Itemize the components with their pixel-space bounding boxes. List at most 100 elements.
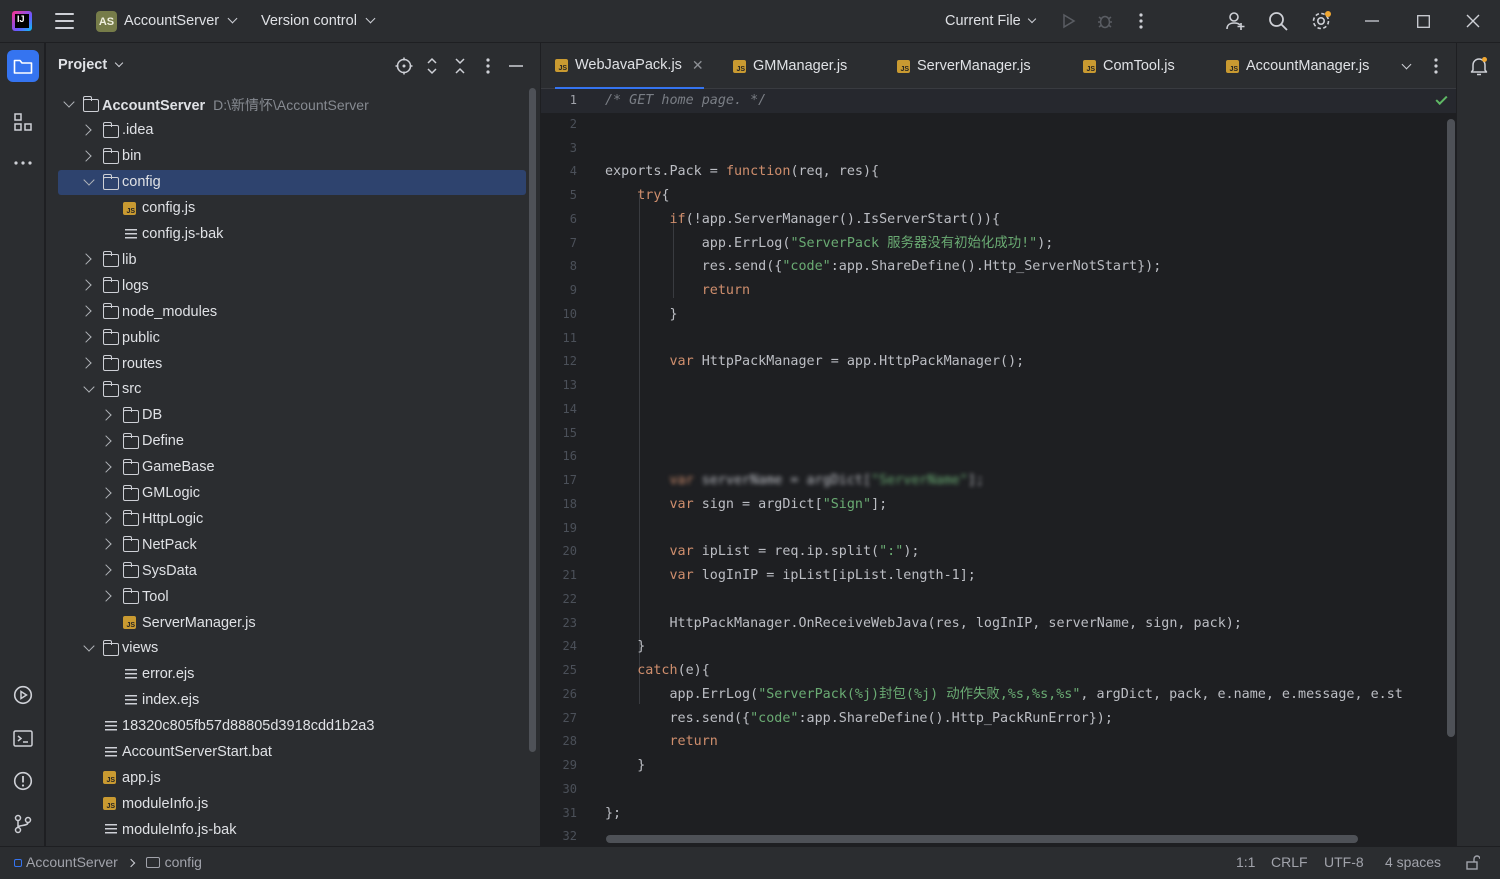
tree-item[interactable]: AccountServer D:\新情怀\AccountServer — [58, 92, 526, 117]
tree-item[interactable]: node_modules — [58, 299, 526, 324]
problems-tool-button[interactable] — [7, 765, 39, 797]
project-panel-title[interactable]: Project — [58, 57, 124, 73]
tree-item[interactable]: lib — [58, 247, 526, 272]
project-tool-button[interactable] — [7, 50, 39, 82]
file-encoding[interactable]: UTF-8 — [1324, 854, 1364, 870]
ide-logo-icon[interactable]: IJ — [12, 11, 32, 31]
code-line[interactable]: HttpPackManager.OnReceiveWebJava(res, lo… — [605, 612, 1241, 636]
tree-item[interactable]: src — [58, 377, 526, 402]
tab-servermanager[interactable]: JS ServerManager.js — [897, 43, 1031, 89]
chevron-right-icon[interactable] — [100, 512, 112, 525]
tab-gmmanager[interactable]: JS GMManager.js — [733, 43, 847, 89]
tab-list-dropdown[interactable] — [1401, 43, 1412, 89]
editor-vertical-scrollbar[interactable] — [1447, 119, 1455, 737]
tree-item[interactable]: views — [58, 636, 526, 661]
code-line[interactable]: }; — [605, 802, 621, 826]
tree-item[interactable]: JS ServerManager.js — [58, 610, 526, 635]
code-line[interactable]: exports.Pack = function(req, res){ — [605, 160, 879, 184]
tree-item[interactable]: logs — [58, 273, 526, 298]
code-line[interactable]: var HttpPackManager = app.HttpPackManage… — [605, 350, 1025, 374]
tree-item[interactable]: NetPack — [58, 532, 526, 557]
run-config-selector[interactable]: Current File — [945, 13, 1037, 29]
chevron-right-icon[interactable] — [100, 435, 112, 447]
code-line[interactable]: } — [605, 635, 645, 659]
code-line[interactable]: app.ErrLog("ServerPack(%j)封包(%j) 动作失败,%s… — [605, 683, 1402, 707]
code-line[interactable]: } — [605, 754, 645, 778]
tree-item[interactable]: moduleInfo.js-bak — [58, 817, 526, 842]
code-line[interactable]: try{ — [605, 184, 669, 208]
tree-item[interactable]: 18320c805fb57d88805d3918cdd1b2a3 — [58, 714, 526, 739]
terminal-tool-button[interactable] — [7, 722, 39, 754]
more-tools-button[interactable] — [7, 147, 39, 179]
minimize-icon[interactable] — [1361, 10, 1383, 32]
tree-item[interactable]: SysData — [58, 558, 526, 583]
chevron-right-icon[interactable] — [100, 538, 112, 550]
editor-horizontal-scrollbar[interactable] — [606, 835, 1358, 843]
options-icon[interactable] — [478, 56, 498, 76]
version-control-menu[interactable]: Version control — [261, 13, 376, 29]
chevron-right-icon[interactable] — [80, 124, 92, 136]
locate-file-icon[interactable] — [394, 56, 414, 76]
code-line[interactable]: return — [605, 279, 750, 303]
debug-icon[interactable] — [1094, 10, 1116, 32]
settings-icon[interactable] — [1310, 10, 1332, 32]
tab-webjavapack[interactable]: JS WebJavaPack.js ✕ — [555, 43, 704, 89]
chevron-right-icon[interactable] — [80, 331, 92, 343]
tree-item[interactable]: HttpLogic — [58, 506, 526, 531]
close-icon[interactable] — [1462, 10, 1484, 32]
chevron-right-icon[interactable] — [100, 486, 112, 499]
project-scrollbar[interactable] — [529, 88, 536, 752]
tree-item[interactable]: error.ejs — [58, 662, 526, 687]
add-user-icon[interactable] — [1225, 10, 1247, 32]
tree-item[interactable]: GameBase — [58, 455, 526, 480]
tab-options-icon[interactable] — [1434, 43, 1438, 89]
code-area[interactable]: 1 2 3 4 5 6 7 8 9 10 11 12 13 14 15 16 17 18 19 20 21 22 23 24 2… — [541, 89, 1457, 846]
lock-icon[interactable] — [1466, 855, 1481, 873]
chevron-right-icon[interactable] — [80, 279, 92, 291]
run-icon[interactable] — [1058, 10, 1080, 32]
code-line[interactable]: var sign = argDict["Sign"]; — [605, 493, 888, 517]
chevron-down-icon[interactable] — [83, 174, 95, 186]
maximize-icon[interactable] — [1412, 10, 1434, 32]
tree-item[interactable]: JS moduleInfo.js — [58, 791, 526, 816]
breadcrumb-root[interactable]: AccountServer — [26, 854, 118, 870]
main-menu-icon[interactable] — [55, 13, 74, 29]
tree-item[interactable]: bin — [58, 144, 526, 169]
indent-setting[interactable]: 4 spaces — [1385, 854, 1441, 870]
code-line[interactable]: if(!app.ServerManager().IsServerStart())… — [605, 208, 1001, 232]
code-line[interactable]: res.send({"code":app.ShareDefine().Http_… — [605, 255, 1162, 279]
chevron-right-icon[interactable] — [80, 150, 92, 162]
tree-item[interactable]: config — [58, 169, 526, 195]
expand-all-icon[interactable] — [422, 56, 442, 76]
code-line[interactable]: } — [605, 303, 677, 327]
chevron-right-icon[interactable] — [100, 409, 112, 421]
chevron-down-icon[interactable] — [83, 381, 95, 393]
chevron-right-icon[interactable] — [80, 357, 92, 369]
code-line[interactable]: catch(e){ — [605, 659, 710, 683]
code-line[interactable]: app.ErrLog("ServerPack 服务器没有初始化成功!"); — [605, 232, 1054, 256]
code-line[interactable]: var logInIP = ipList[ipList.length-1]; — [605, 564, 976, 588]
hide-panel-icon[interactable] — [506, 56, 526, 76]
tree-item[interactable]: JS app.js — [58, 765, 526, 790]
tree-item[interactable]: DB — [58, 403, 526, 428]
tree-item[interactable]: JS config.js — [58, 196, 526, 221]
tree-item[interactable]: Define — [58, 429, 526, 454]
chevron-right-icon[interactable] — [80, 305, 92, 317]
code-line[interactable]: var ipList = req.ip.split(":"); — [605, 540, 920, 564]
tree-item[interactable]: GMLogic — [58, 481, 526, 506]
collapse-all-icon[interactable] — [450, 56, 470, 76]
close-tab-icon[interactable]: ✕ — [692, 57, 704, 74]
tree-item[interactable]: routes — [58, 351, 526, 376]
chevron-down-icon[interactable] — [83, 640, 95, 652]
notifications-button[interactable] — [1463, 50, 1495, 82]
code-line[interactable]: var serverName = argDict["ServerName"]; — [605, 469, 984, 493]
chevron-right-icon[interactable] — [80, 253, 92, 266]
structure-tool-button[interactable] — [7, 106, 39, 138]
chevron-down-icon[interactable] — [63, 96, 75, 108]
tree-item[interactable]: .idea — [58, 118, 526, 143]
run-tool-button[interactable] — [7, 679, 39, 711]
tree-item[interactable]: AccountServerStart.bat — [58, 740, 526, 765]
tree-item[interactable]: Tool — [58, 584, 526, 609]
tree-item[interactable]: index.ejs — [58, 688, 526, 713]
more-icon[interactable] — [1130, 10, 1152, 32]
